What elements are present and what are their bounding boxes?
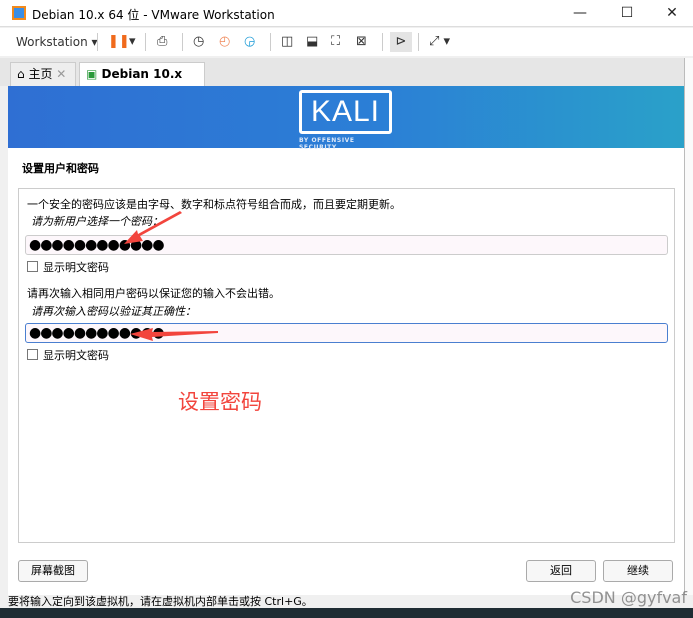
watermark: CSDN @gyfvaf bbox=[570, 588, 687, 607]
red-arrow-icon bbox=[130, 328, 218, 341]
annotation-text: 设置密码 bbox=[178, 390, 262, 414]
taskbar bbox=[0, 608, 693, 618]
annotation-arrows bbox=[124, 211, 218, 341]
red-arrow-icon bbox=[124, 211, 182, 244]
